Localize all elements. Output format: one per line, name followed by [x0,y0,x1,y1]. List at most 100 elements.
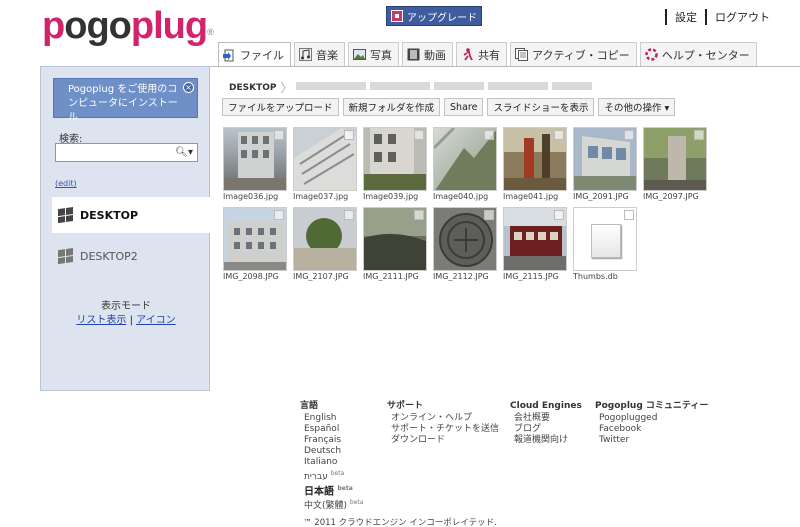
footer-heading: サポート [387,401,424,411]
select-checkbox[interactable] [344,210,354,220]
language-link[interactable]: English [300,413,363,424]
file-item[interactable]: IMG_2112.JPG [433,207,499,283]
logout-link[interactable]: ログアウト [715,9,770,25]
footer-link[interactable]: Twitter [595,435,708,446]
photo-thumbnail[interactable] [573,127,637,191]
file-item[interactable]: IMG_2091.JPG [573,127,639,203]
file-item[interactable]: IMG_2098.JPG [223,207,289,283]
device-desktop2[interactable]: DESKTOP2 [52,238,211,274]
beta-badge: beta [349,499,364,507]
tab-video[interactable]: 動画 [402,42,453,66]
language-link[interactable]: Español [300,424,363,435]
select-checkbox[interactable] [414,210,424,220]
photo-thumbnail[interactable] [223,127,287,191]
search-input[interactable] [56,144,174,161]
file-name: Image040.jpg [433,192,489,201]
photo-thumbnail[interactable] [363,127,427,191]
slideshow-button[interactable]: スライドショーを表示 [487,98,595,116]
file-name: IMG_2097.JPG [643,192,699,201]
file-item[interactable]: Image041.jpg [503,127,569,203]
photo-thumbnail[interactable] [293,127,357,191]
footer-link[interactable]: ブログ [510,424,582,435]
edit-devices-link[interactable]: (edit) [55,179,77,188]
upgrade-button[interactable]: アップグレード [386,6,482,26]
language-link[interactable]: Italiano [300,457,363,468]
tab-underline [210,66,800,67]
footer-link[interactable]: ダウンロード [387,435,499,446]
tab-photos[interactable]: 写真 [348,42,399,66]
footer-link[interactable]: 会社概要 [510,413,582,424]
file-name: IMG_2112.JPG [433,272,489,281]
file-item[interactable]: IMG_2111.JPG [363,207,429,283]
tab-share[interactable]: 共有 [456,42,507,66]
language-link-current[interactable]: 日本語 beta [300,483,363,497]
language-link[interactable]: עברית beta [300,468,363,483]
photo-thumbnail[interactable] [433,207,497,271]
select-checkbox[interactable] [274,210,284,220]
install-banner[interactable]: Pogoplug をご使用のコンピュータにインストール × [53,78,198,123]
search-icon[interactable]: 🔍︎▾ [175,147,193,158]
view-mode-label: 表示モード [101,301,151,312]
footer-heading: 言語 [300,401,319,411]
footer-link[interactable]: オンライン・ヘルプ [387,413,499,424]
photo-thumbnail[interactable] [503,207,567,271]
tab-files[interactable]: ファイル [218,42,291,67]
device-label: DESKTOP [80,208,139,222]
photo-thumbnail[interactable] [293,207,357,271]
tab-music[interactable]: 音楽 [294,42,345,66]
footer-link[interactable]: Pogoplugged [595,413,708,424]
beta-badge: beta [330,470,345,477]
select-checkbox[interactable] [624,130,634,140]
list-view-link[interactable]: リスト表示 [76,315,126,326]
select-checkbox[interactable] [344,130,354,140]
select-checkbox[interactable] [554,130,564,140]
photo-thumbnail[interactable] [223,207,287,271]
select-checkbox[interactable] [624,210,634,220]
select-checkbox[interactable] [484,210,494,220]
new-folder-button[interactable]: 新規フォルダを作成 [342,98,441,116]
file-item[interactable]: Image036.jpg [223,127,289,203]
tab-label: 共有 [478,48,500,62]
select-checkbox[interactable] [694,130,704,140]
icon-view-link[interactable]: アイコン [136,315,176,326]
tab-label: 動画 [424,48,446,62]
footer-link[interactable]: Facebook [595,424,708,435]
file-item[interactable]: IMG_2097.JPG [643,127,709,203]
select-checkbox[interactable] [484,130,494,140]
language-link[interactable]: Français [300,435,363,446]
file-name: Image037.jpg [293,192,349,201]
file-item[interactable]: Image037.jpg [293,127,359,203]
file-item[interactable]: IMG_2115.JPG [503,207,569,283]
select-checkbox[interactable] [554,210,564,220]
upgrade-label: アップグレード [407,12,477,24]
photo-thumbnail[interactable] [433,127,497,191]
divider [665,9,667,25]
photo-thumbnail[interactable] [503,127,567,191]
device-desktop[interactable]: DESKTOP [52,197,211,233]
footer-link[interactable]: サポート・チケットを送信 [387,424,499,435]
file-item[interactable]: Image040.jpg [433,127,499,203]
file-item[interactable]: Thumbs.db [573,207,639,283]
upload-file-button[interactable]: ファイルをアップロード [222,98,339,116]
divider [705,9,707,25]
breadcrumb-root[interactable]: DESKTOP [229,83,276,93]
language-link[interactable]: Deutsch [300,446,363,457]
tab-label: ファイル [240,49,284,62]
file-thumbnail[interactable] [573,207,637,271]
footer-heading: Pogoplug コミュニティー [595,401,709,411]
close-icon[interactable]: × [183,82,194,93]
more-actions-button[interactable]: その他の操作 ▾ [598,98,676,116]
photo-thumbnail[interactable] [643,127,707,191]
tab-help-center[interactable]: ヘルプ・センター [639,42,757,66]
share-button[interactable]: Share [444,98,484,116]
select-checkbox[interactable] [414,130,424,140]
file-item[interactable]: Image039.jpg [363,127,429,203]
footer-link[interactable]: 報道機関向け [510,435,582,446]
tab-active-copy[interactable]: アクティブ・コピー [510,42,637,66]
file-item[interactable]: IMG_2107.JPG [293,207,359,283]
settings-link[interactable]: 設定 [675,9,697,25]
photo-thumbnail[interactable] [363,207,427,271]
select-checkbox[interactable] [274,130,284,140]
pogoplug-logo[interactable]: pogoplug® [42,6,214,46]
language-link[interactable]: 中文(繁體) beta [300,497,363,512]
